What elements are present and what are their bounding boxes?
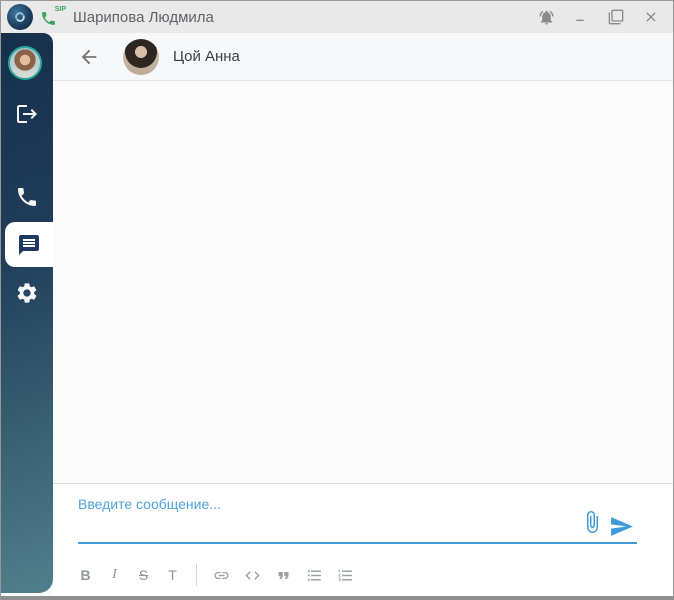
bold-button[interactable]: B bbox=[78, 565, 93, 585]
phone-icon[interactable] bbox=[15, 185, 39, 209]
close-button[interactable] bbox=[637, 4, 665, 30]
strikethrough-button[interactable]: S bbox=[136, 565, 151, 585]
user-avatar[interactable] bbox=[8, 46, 42, 80]
sidebar-item-chats[interactable] bbox=[5, 222, 53, 267]
bullet-list-icon[interactable] bbox=[306, 565, 323, 585]
titlebar: SIP Шарипова Людмила bbox=[1, 1, 673, 33]
maximize-button[interactable] bbox=[602, 4, 630, 30]
chat-panel: Цой Анна Введите сообщение... B I S T bbox=[53, 33, 673, 596]
sidebar bbox=[1, 33, 53, 593]
message-list[interactable] bbox=[53, 81, 673, 483]
content-area: Цой Анна Введите сообщение... B I S T bbox=[1, 33, 673, 596]
message-input[interactable]: Введите сообщение... bbox=[78, 496, 221, 512]
sip-phone-icon: SIP bbox=[40, 5, 66, 29]
input-underline bbox=[78, 542, 637, 544]
code-icon[interactable] bbox=[244, 565, 261, 585]
app-window: SIP Шарипова Людмила Цой Анна Введите со… bbox=[0, 0, 674, 600]
send-icon[interactable] bbox=[609, 514, 635, 540]
chat-header: Цой Анна bbox=[53, 33, 673, 81]
gear-icon[interactable] bbox=[15, 281, 39, 305]
quote-icon[interactable] bbox=[275, 565, 292, 585]
minimize-button[interactable] bbox=[567, 4, 595, 30]
formatting-toolbar: B I S T bbox=[78, 564, 354, 586]
toolbar-divider bbox=[196, 564, 197, 586]
contact-name: Цой Анна bbox=[173, 48, 240, 65]
logout-icon[interactable] bbox=[15, 102, 39, 126]
back-arrow-icon[interactable] bbox=[77, 45, 101, 69]
composer: Введите сообщение... B I S T bbox=[53, 483, 673, 596]
chat-bubble-icon bbox=[19, 234, 39, 255]
text-format-button[interactable]: T bbox=[165, 565, 180, 585]
contact-avatar[interactable] bbox=[123, 38, 159, 75]
sip-label: SIP bbox=[54, 6, 66, 13]
bell-icon[interactable] bbox=[532, 4, 560, 30]
app-logo-icon bbox=[7, 4, 33, 30]
paperclip-icon[interactable] bbox=[580, 510, 606, 536]
window-title: Шарипова Людмила bbox=[73, 8, 214, 26]
numbered-list-icon[interactable] bbox=[337, 565, 354, 585]
link-icon[interactable] bbox=[213, 565, 230, 585]
italic-button[interactable]: I bbox=[107, 565, 122, 585]
